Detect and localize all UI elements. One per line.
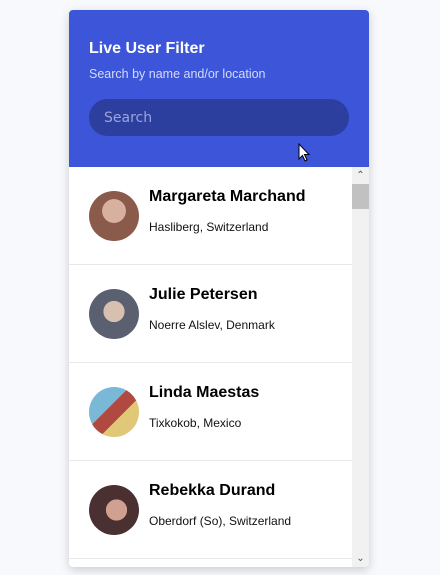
scroll-down-icon[interactable]: ⌄ (352, 550, 369, 567)
search-input[interactable] (89, 99, 349, 136)
user-name: Julie Petersen (149, 285, 258, 303)
avatar (89, 288, 139, 339)
user-filter-card: Live User Filter Search by name and/or l… (69, 10, 369, 567)
user-name: Rebekka Durand (149, 481, 276, 499)
user-location: Noerre Alslev, Denmark (149, 317, 275, 332)
list-item[interactable]: Linda Maestas Tixkokob, Mexico (69, 363, 352, 461)
user-location: Oberdorf (So), Switzerland (149, 513, 292, 528)
header: Live User Filter Search by name and/or l… (69, 10, 369, 167)
scrollbar-thumb[interactable] (352, 184, 369, 209)
list-item[interactable]: Margareta Marchand Hasliberg, Switzerland (69, 167, 352, 265)
avatar (89, 190, 139, 241)
avatar (89, 386, 139, 437)
page-title: Live User Filter (89, 40, 205, 57)
avatar (89, 484, 139, 535)
user-list: Margareta Marchand Hasliberg, Switzerland… (69, 167, 352, 567)
list-item[interactable]: Rebekka Durand Oberdorf (So), Switzerland (69, 461, 352, 559)
user-location: Hasliberg, Switzerland (149, 219, 269, 234)
user-name: Linda Maestas (149, 383, 260, 401)
user-location: Tixkokob, Mexico (149, 415, 242, 430)
page-subtitle: Search by name and/or location (89, 67, 266, 81)
mouse-cursor-icon (298, 143, 311, 162)
list-item[interactable]: Julie Petersen Noerre Alslev, Denmark (69, 265, 352, 363)
scrollbar[interactable]: ⌃ ⌄ (352, 167, 369, 567)
user-name: Margareta Marchand (149, 187, 306, 205)
scroll-up-icon[interactable]: ⌃ (352, 167, 369, 184)
